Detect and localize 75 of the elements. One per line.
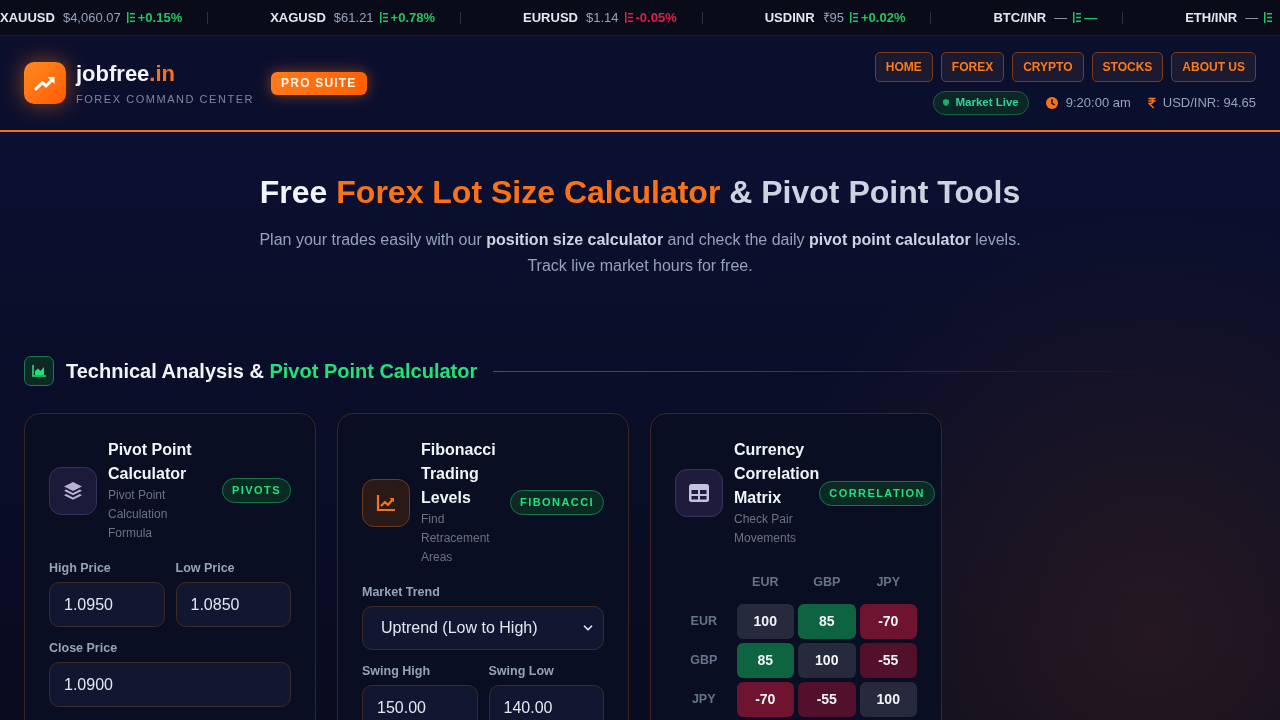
card-title: Pivot Point Calculator: [108, 440, 193, 484]
card-subtitle: Find Retracement Areas: [421, 511, 491, 566]
correlation-cell: -70: [736, 682, 794, 717]
ticker-price: $4,060.07: [62, 8, 121, 27]
card-subtitle: Check Pair Movements: [734, 511, 798, 547]
market-status-pill: Market Live: [933, 90, 1029, 115]
field-label: High Price: [49, 561, 112, 575]
correlation-cell: 100: [736, 604, 794, 639]
row-header: JPY: [690, 691, 717, 709]
ticker-change: —: [1084, 8, 1098, 27]
rupee-icon: [1145, 96, 1158, 109]
clock-icon: [1045, 96, 1058, 109]
layers-icon: [49, 466, 97, 515]
table-icon: [675, 469, 723, 517]
field-label: Swing Low: [488, 664, 555, 678]
logo-text: jobfree.in: [76, 60, 177, 87]
hero-title: Free Forex Lot Size Calculator & Pivot Point Tools: [259, 173, 1021, 212]
ticker-change: +0.02%: [861, 8, 906, 27]
ticker-symbol: EURUSD: [523, 8, 578, 27]
exchange-rate: USD/INR: 94.65: [1162, 93, 1256, 112]
row-header: EUR: [689, 613, 718, 631]
column-header: GBP: [812, 574, 842, 590]
category-badge: FIBONACCI: [510, 490, 604, 515]
ticker-symbol: USDINR: [764, 8, 815, 27]
column-header: JPY: [875, 574, 902, 590]
price-input[interactable]: 1.0900: [49, 662, 291, 707]
row-header: GBP: [689, 652, 719, 670]
logo-tagline: FOREX COMMAND CENTER: [76, 91, 255, 106]
price-input[interactable]: 1.0950: [49, 582, 165, 627]
price-input[interactable]: 150.00: [362, 685, 478, 720]
nav-button[interactable]: CRYPTO: [1012, 51, 1084, 82]
nav-button[interactable]: ABOUT US: [1171, 51, 1256, 82]
card-title: Currency Correlation Matrix: [734, 440, 820, 508]
ticker-change: -0.05%: [635, 8, 677, 27]
ticker-change: +0.15%: [137, 8, 183, 27]
category-badge: PIVOTS: [222, 478, 291, 503]
field-label: Swing High: [362, 664, 432, 678]
ticker-price: —: [1245, 8, 1259, 27]
section-title: Technical Analysis & Pivot Point Calculator: [66, 359, 478, 384]
correlation-cell: 85: [736, 643, 794, 678]
nav-button[interactable]: FOREX: [940, 51, 1005, 82]
ticker-price: $1.14: [585, 8, 619, 27]
column-header: EUR: [751, 574, 780, 590]
correlation-cell: 85: [798, 604, 856, 639]
clock-time: 9:20:00 am: [1065, 93, 1131, 112]
ticker-price: $61.21: [333, 8, 374, 27]
plan-badge: PRO SUITE: [271, 71, 367, 95]
ticker-symbol: BTC/INR: [993, 8, 1047, 27]
nav-button[interactable]: HOME: [874, 51, 933, 82]
correlation-cell: 100: [798, 643, 856, 678]
correlation-cell: 100: [859, 682, 917, 717]
logo-icon: [24, 62, 66, 104]
hero-subtitle: Plan your trades easily with our position size calculator and check the daily pivot point calculator levels. Track live market hours for free.: [258, 230, 1022, 276]
line-chart-icon: [362, 478, 410, 527]
ticker-change: +0.78%: [390, 8, 436, 27]
shield-icon: [943, 99, 950, 106]
trend-select[interactable]: Uptrend (Low to High): [362, 606, 604, 650]
ticker-price: ₹95: [822, 8, 844, 27]
ticker-symbol: XAGUSD: [270, 8, 326, 27]
field-label: Market Trend: [362, 585, 441, 599]
card-title: Fibonacci Trading Levels: [421, 440, 497, 508]
ticker-symbol: XAUUSD: [0, 8, 55, 27]
category-badge: CORRELATION: [819, 480, 935, 506]
correlation-cell: -70: [859, 604, 917, 639]
price-input[interactable]: 1.0850: [175, 582, 291, 627]
field-label: Low Price: [175, 561, 236, 575]
nav-button[interactable]: STOCKS: [1091, 51, 1164, 82]
correlation-cell: -55: [798, 682, 856, 717]
field-label: Close Price: [49, 641, 119, 655]
ticker-symbol: ETH/INR: [1185, 8, 1238, 27]
correlation-cell: -55: [859, 643, 917, 678]
card-subtitle: Pivot Point Calculation Formula: [108, 487, 169, 542]
area-chart-icon: [24, 356, 54, 386]
price-input[interactable]: 140.00: [488, 685, 604, 720]
ticker-price: —: [1054, 8, 1068, 27]
